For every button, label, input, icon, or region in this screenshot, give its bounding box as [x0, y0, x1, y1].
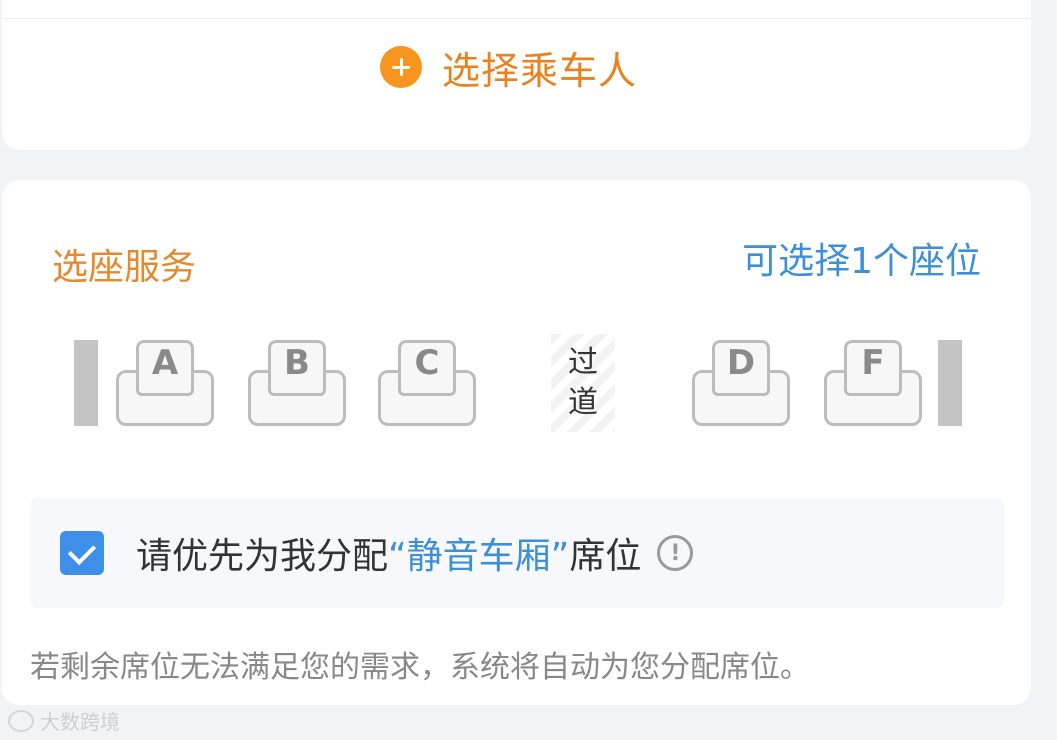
- seat-d[interactable]: D: [692, 340, 790, 426]
- aisle-label: 过 道: [551, 334, 615, 432]
- aisle-char: 过: [568, 345, 598, 380]
- seat-count-hint: 可选择1个座位: [742, 241, 981, 282]
- seat-letter: C: [414, 343, 440, 383]
- watermark: 大数跨境: [8, 706, 120, 735]
- seat-letter: D: [726, 343, 756, 383]
- seat-selection-card: 选座服务 可选择1个座位 A B C 过 道 D F 请优先为我分配“静音车厢”…: [2, 180, 1031, 705]
- auto-assign-notice: 若剩余席位无法满足您的需求，系统将自动为您分配席位。: [30, 650, 810, 685]
- add-passenger-label: 选择乘车人: [442, 48, 638, 93]
- seat-letter: A: [151, 343, 179, 383]
- divider: [2, 18, 1031, 19]
- seat-a[interactable]: A: [116, 340, 214, 426]
- quiet-carriage-option: 请优先为我分配“静音车厢”席位 !: [30, 498, 1005, 608]
- quiet-carriage-checkbox[interactable]: [60, 531, 104, 575]
- seat-f[interactable]: F: [824, 340, 922, 426]
- seat-c[interactable]: C: [378, 340, 476, 426]
- quiet-text-after: 席位: [569, 536, 642, 577]
- info-icon[interactable]: !: [657, 535, 694, 571]
- seat-letter: B: [284, 343, 310, 383]
- quiet-text-highlight: “静音车厢”: [388, 536, 570, 577]
- quiet-carriage-label: 请优先为我分配“静音车厢”席位: [136, 527, 641, 579]
- seat-letter: F: [861, 343, 885, 383]
- passenger-card: 选择乘车人: [2, 0, 1031, 150]
- add-passenger-button[interactable]: 选择乘车人: [380, 42, 638, 93]
- watermark-text: 大数跨境: [40, 710, 120, 734]
- plus-circle-icon: [380, 46, 422, 88]
- aisle-char: 道: [568, 385, 598, 420]
- quiet-text-before: 请优先为我分配: [136, 536, 389, 577]
- seat-b[interactable]: B: [248, 340, 346, 426]
- window-wall-left: [74, 340, 98, 426]
- section-title: 选座服务: [52, 247, 197, 288]
- window-wall-right: [938, 340, 962, 426]
- watermark-logo-icon: [8, 709, 34, 732]
- seat-map: A B C 过 道 D F: [2, 330, 1031, 432]
